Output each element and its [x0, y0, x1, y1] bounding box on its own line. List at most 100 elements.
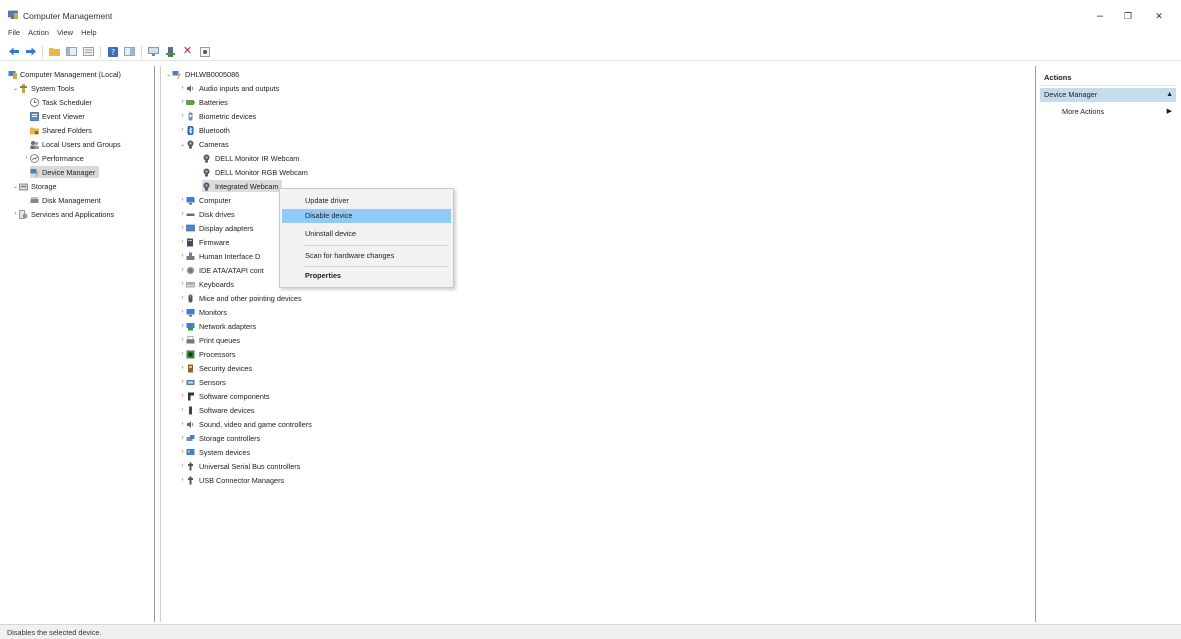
device-computer-root[interactable]: ⌄ DHLWB0005086: [165, 68, 239, 80]
chevron-right-icon[interactable]: ›: [12, 211, 19, 217]
more-actions-link[interactable]: More Actions: [1062, 107, 1104, 116]
chevron-right-icon[interactable]: ▶: [1167, 107, 1172, 115]
device-category-cameras[interactable]: ⌄ Cameras: [179, 138, 229, 150]
tree-item-services[interactable]: › Services and Applications: [12, 208, 115, 220]
chevron-right-icon[interactable]: ›: [179, 477, 186, 483]
tree-item-task-scheduler[interactable]: Task Scheduler: [30, 96, 92, 108]
device-category-batteries[interactable]: › Batteries: [179, 96, 228, 108]
device-category-usb[interactable]: › Universal Serial Bus controllers: [179, 460, 301, 472]
device-category-ide[interactable]: › IDE ATA/ATAPI cont: [179, 264, 264, 276]
device-category-display[interactable]: › Display adapters: [179, 222, 254, 234]
actions-section-device-manager[interactable]: Device Manager ▲: [1040, 88, 1176, 102]
collapse-up-icon[interactable]: ▲: [1166, 88, 1173, 102]
chevron-right-icon[interactable]: ›: [179, 225, 186, 231]
device-category-keyboards[interactable]: › Keyboards: [179, 278, 234, 290]
help-icon[interactable]: ?: [107, 46, 118, 57]
device-category-software-devices[interactable]: › Software devices: [179, 404, 255, 416]
chevron-down-icon[interactable]: ⌄: [12, 85, 19, 92]
device-category-monitors[interactable]: › Monitors: [179, 306, 227, 318]
tree-item-shared-folders[interactable]: Shared Folders: [30, 124, 92, 136]
chevron-right-icon[interactable]: ›: [179, 379, 186, 385]
chevron-right-icon[interactable]: ›: [179, 463, 186, 469]
device-category-sound[interactable]: › Sound, video and game controllers: [179, 418, 312, 430]
chevron-right-icon[interactable]: ›: [179, 197, 186, 203]
tree-item-event-viewer[interactable]: Event Viewer: [30, 110, 85, 122]
tree-item-storage[interactable]: ⌄ Storage: [12, 180, 57, 192]
chevron-right-icon[interactable]: ›: [179, 267, 186, 273]
chevron-right-icon[interactable]: ›: [179, 99, 186, 105]
up-folder-icon[interactable]: [49, 46, 60, 57]
device-category-software-components[interactable]: › Software components: [179, 390, 270, 402]
chevron-right-icon[interactable]: ›: [179, 295, 186, 301]
uninstall-icon[interactable]: ✕: [182, 46, 193, 57]
back-arrow-icon[interactable]: [8, 46, 19, 57]
device-category-print-queues[interactable]: › Print queues: [179, 334, 240, 346]
chevron-right-icon[interactable]: ›: [179, 127, 186, 133]
menu-item-properties[interactable]: Properties: [282, 269, 451, 283]
device-category-system-devices[interactable]: › System devices: [179, 446, 251, 458]
device-category-biometric[interactable]: › Biometric devices: [179, 110, 257, 122]
tree-item-system-tools[interactable]: ⌄ System Tools: [12, 82, 74, 94]
properties-icon[interactable]: [124, 46, 135, 57]
chevron-right-icon[interactable]: ›: [179, 85, 186, 91]
device-category-audio[interactable]: › Audio inputs and outputs: [179, 82, 280, 94]
maximize-button[interactable]: ❐: [1118, 8, 1138, 24]
chevron-right-icon[interactable]: ›: [179, 211, 186, 217]
menu-item-update-driver[interactable]: Update driver: [282, 194, 451, 208]
chevron-right-icon[interactable]: ›: [179, 337, 186, 343]
chevron-right-icon[interactable]: ›: [179, 281, 186, 287]
device-camera-integrated[interactable]: Integrated Webcam: [202, 180, 282, 192]
menu-item-disable-device[interactable]: Disable device: [282, 209, 451, 223]
tree-item-root[interactable]: Computer Management (Local): [8, 68, 121, 80]
menu-help[interactable]: Help: [81, 27, 96, 41]
device-category-bluetooth[interactable]: › Bluetooth: [179, 124, 230, 136]
chevron-right-icon[interactable]: ›: [179, 421, 186, 427]
show-hide-icon[interactable]: [148, 46, 159, 57]
device-category-network[interactable]: › Network adapters: [179, 320, 257, 332]
close-button[interactable]: ✕: [1149, 8, 1169, 24]
update-driver-icon[interactable]: [165, 46, 176, 57]
chevron-right-icon[interactable]: ›: [179, 393, 186, 399]
menu-item-uninstall-device[interactable]: Uninstall device: [282, 227, 451, 241]
chevron-right-icon[interactable]: ›: [23, 155, 30, 161]
chevron-right-icon[interactable]: ›: [179, 239, 186, 245]
device-camera-rgb[interactable]: DELL Monitor RGB Webcam: [202, 166, 308, 178]
console-tree-icon[interactable]: [66, 46, 77, 57]
chevron-right-icon[interactable]: ›: [179, 351, 186, 357]
device-category-sensors[interactable]: › Sensors: [179, 376, 226, 388]
chevron-right-icon[interactable]: ›: [179, 449, 186, 455]
menu-action[interactable]: Action: [28, 27, 49, 41]
device-category-processors[interactable]: › Processors: [179, 348, 236, 360]
device-category-mice[interactable]: › Mice and other pointing devices: [179, 292, 302, 304]
chevron-down-icon[interactable]: ⌄: [12, 183, 19, 190]
device-category-hid[interactable]: › Human Interface D: [179, 250, 261, 262]
device-camera-ir[interactable]: DELL Monitor IR Webcam: [202, 152, 299, 164]
menu-item-scan-hardware[interactable]: Scan for hardware changes: [282, 249, 451, 263]
device-category-storage-controllers[interactable]: › Storage controllers: [179, 432, 261, 444]
chevron-right-icon[interactable]: ›: [179, 253, 186, 259]
chevron-right-icon[interactable]: ›: [179, 309, 186, 315]
minimize-button[interactable]: –: [1090, 8, 1110, 24]
tree-item-device-manager[interactable]: Device Manager: [30, 166, 100, 178]
chevron-right-icon[interactable]: ›: [179, 435, 186, 441]
menu-file[interactable]: File: [8, 27, 20, 41]
tree-item-performance[interactable]: › Performance: [23, 152, 84, 164]
chevron-down-icon[interactable]: ⌄: [179, 141, 186, 148]
chevron-right-icon[interactable]: ›: [179, 113, 186, 119]
chevron-right-icon[interactable]: ›: [179, 365, 186, 371]
forward-arrow-icon[interactable]: [25, 46, 36, 57]
device-category-disk-drives[interactable]: › Disk drives: [179, 208, 235, 220]
tree-item-disk-management[interactable]: Disk Management: [30, 194, 101, 206]
device-category-security[interactable]: › Security devices: [179, 362, 253, 374]
chevron-down-icon[interactable]: ⌄: [165, 71, 172, 78]
export-list-icon[interactable]: [83, 46, 94, 57]
scan-hardware-icon[interactable]: [199, 46, 210, 57]
device-category-firmware[interactable]: › Firmware: [179, 236, 230, 248]
chevron-right-icon[interactable]: ›: [179, 407, 186, 413]
menu-view[interactable]: View: [57, 27, 73, 41]
device-category-usb-connector[interactable]: › USB Connector Managers: [179, 474, 285, 486]
chevron-right-icon[interactable]: ›: [179, 323, 186, 329]
device-label: Sound, video and game controllers: [199, 419, 312, 429]
tree-item-local-users[interactable]: Local Users and Groups: [30, 138, 121, 150]
device-category-computer[interactable]: › Computer: [179, 194, 232, 206]
